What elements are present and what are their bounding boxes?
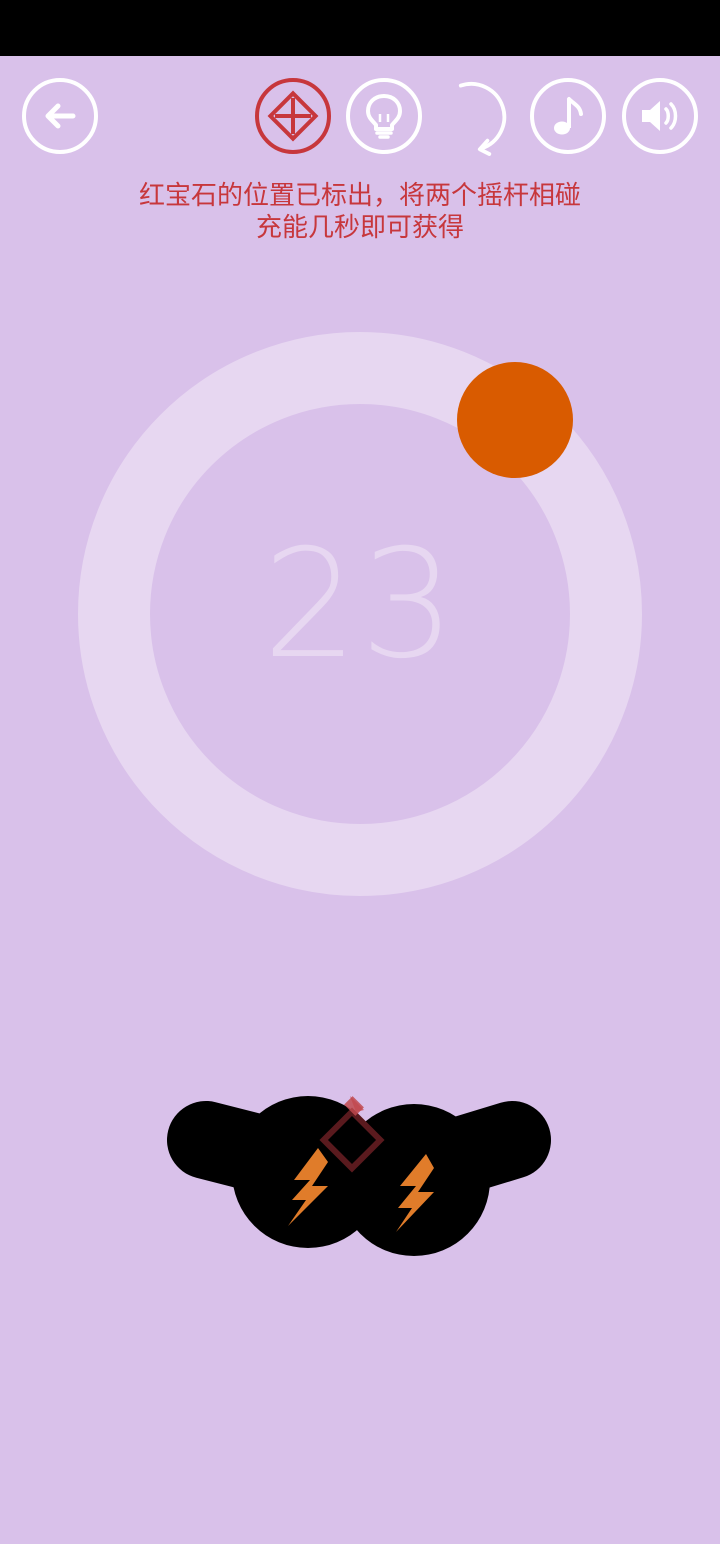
music-button[interactable] xyxy=(530,78,606,154)
back-button[interactable] xyxy=(22,78,98,154)
restart-button[interactable] xyxy=(438,78,514,156)
ruby-target-icon xyxy=(267,90,319,142)
sound-button[interactable] xyxy=(622,78,698,154)
restart-icon xyxy=(458,82,507,156)
countdown-counter: 23 xyxy=(262,518,458,692)
ruby-hint-button[interactable] xyxy=(255,78,331,154)
status-bar xyxy=(0,0,720,56)
lightbulb-icon xyxy=(366,94,402,139)
speaker-icon xyxy=(642,101,678,131)
tip-button[interactable] xyxy=(346,78,422,154)
hint-text: 红宝石的位置已标出，将两个摇杆相碰 充能几秒即可获得 xyxy=(40,180,680,244)
back-arrow-icon xyxy=(45,103,76,129)
orange-orb[interactable] xyxy=(457,362,573,478)
hint-line-2: 充能几秒即可获得 xyxy=(255,213,464,243)
joystick-pair[interactable] xyxy=(160,1090,560,1270)
hint-line-1: 红宝石的位置已标出，将两个摇杆相碰 xyxy=(138,181,581,211)
music-note-icon xyxy=(554,97,583,135)
